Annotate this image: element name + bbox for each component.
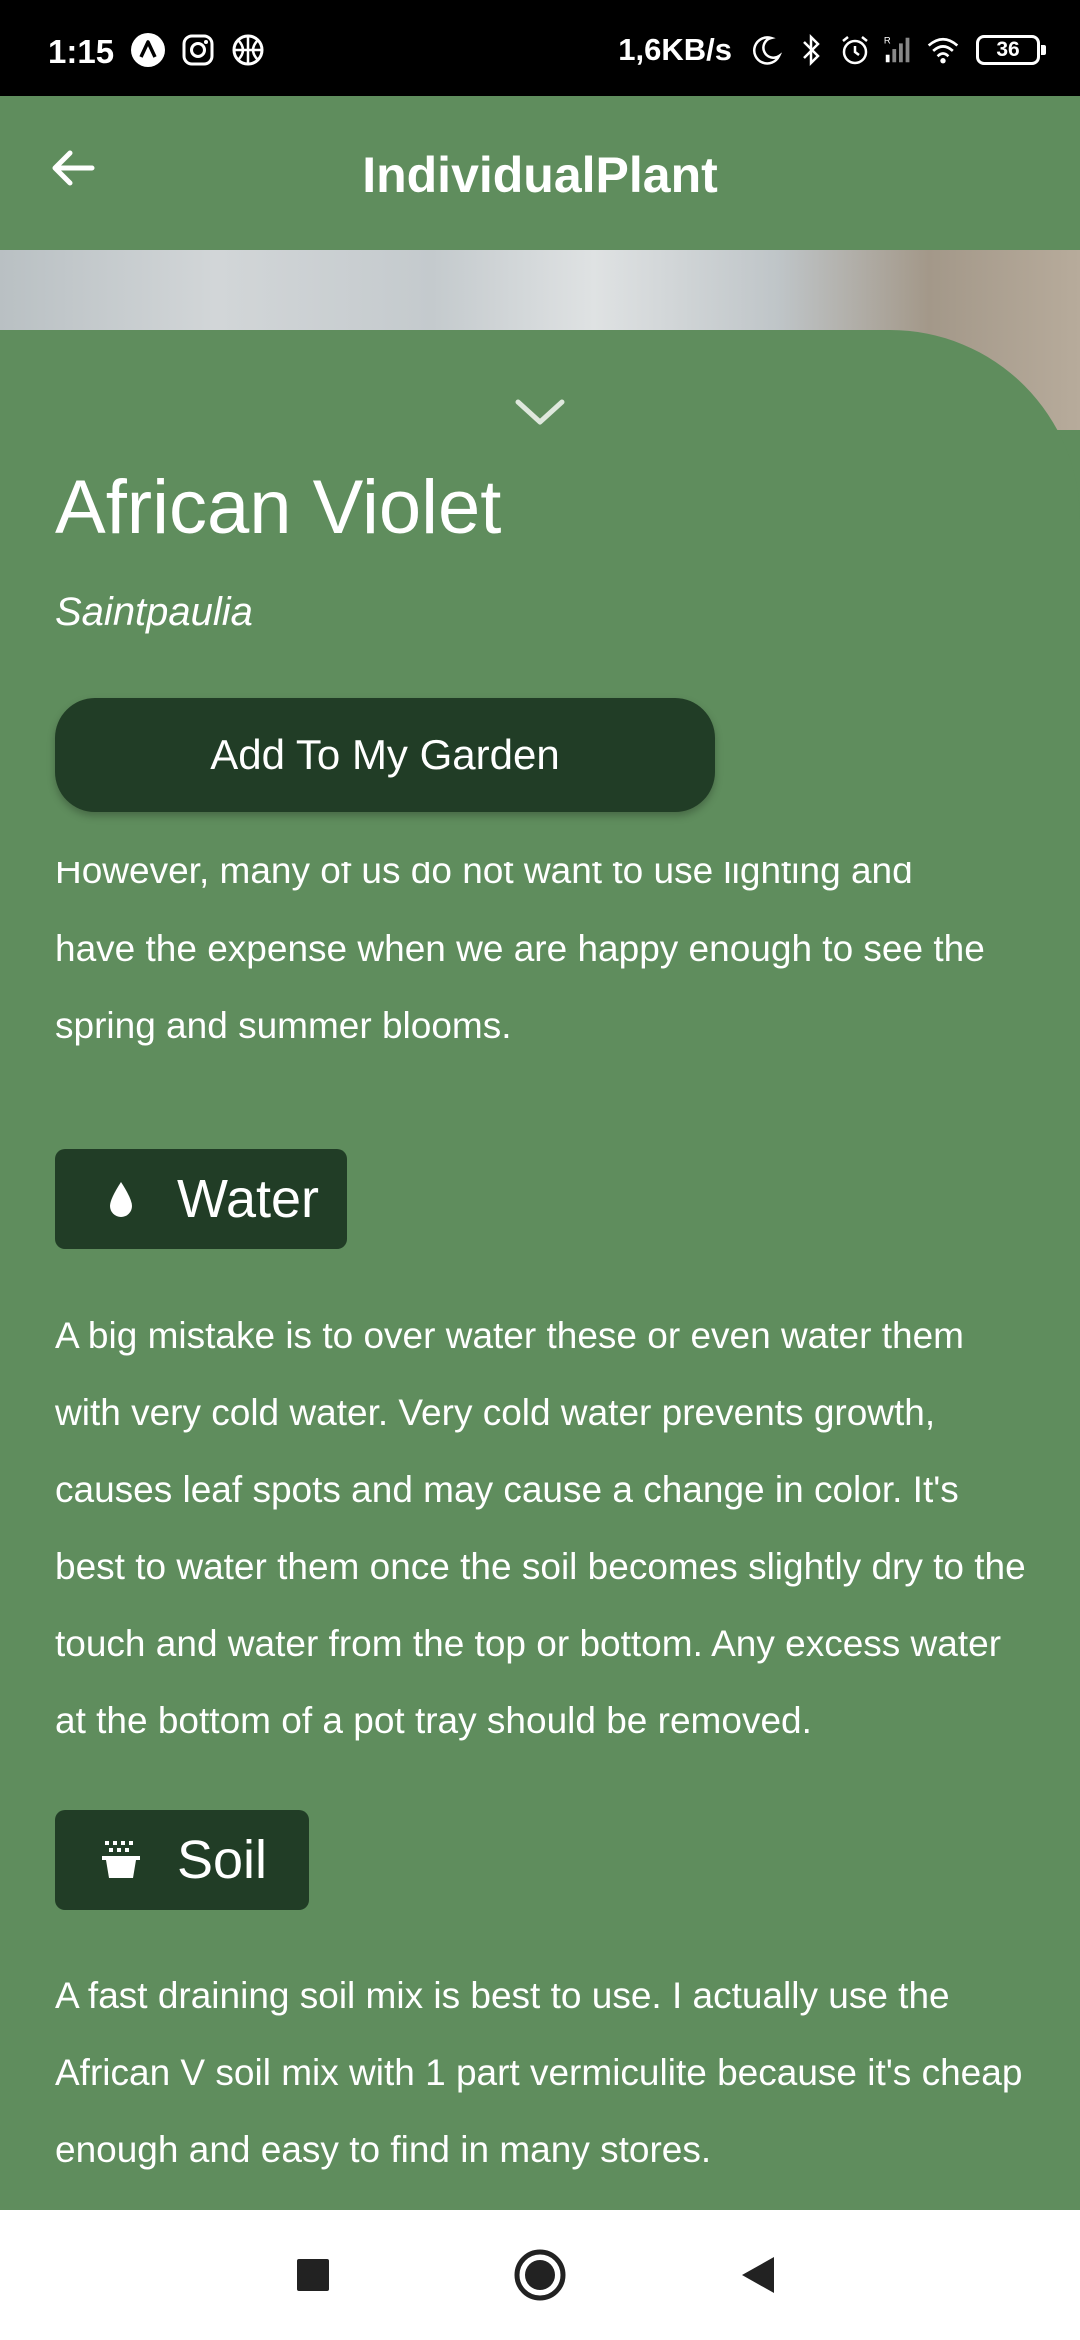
soil-pot-icon <box>97 1836 145 1884</box>
status-bar: 1:15 1,6KB/s R 36 <box>0 0 1080 96</box>
plant-info-scroll[interactable]: However, many of us do not want to use l… <box>0 862 1080 2210</box>
system-nav-bar <box>0 2210 1080 2340</box>
water-drop-icon <box>97 1175 145 1223</box>
collapse-sheet-button[interactable] <box>510 392 570 432</box>
back-triangle-icon <box>742 2257 774 2293</box>
add-to-my-garden-button[interactable]: Add To My Garden <box>55 698 715 812</box>
soil-section-title: Soil <box>177 1830 268 1890</box>
network-speed: 1,6KB/s <box>618 32 732 67</box>
plant-name: African Violet <box>55 465 502 550</box>
recents-button[interactable] <box>283 2245 343 2305</box>
chevron-down-icon <box>515 399 565 425</box>
wifi-icon <box>926 32 960 68</box>
home-circle-icon <box>514 2249 566 2301</box>
arrow-left-icon <box>52 150 95 186</box>
page-title: IndividualPlant <box>362 147 718 203</box>
water-section-title: Water <box>177 1169 320 1229</box>
basketball-icon <box>230 32 266 68</box>
status-right: 1,6KB/s R 36 <box>618 30 1046 70</box>
svg-text:R: R <box>884 35 891 46</box>
app-bar: IndividualPlant <box>0 96 1080 250</box>
alarm-icon <box>838 32 872 68</box>
soil-section-header: Soil <box>55 1810 309 1910</box>
back-nav-button[interactable] <box>728 2245 788 2305</box>
back-button[interactable] <box>40 136 104 200</box>
water-section-text: A big mistake is to over water these or … <box>55 1315 1026 1741</box>
bluetooth-icon <box>794 32 828 68</box>
recents-square-icon <box>297 2259 329 2291</box>
instagram-icon <box>180 32 216 68</box>
water-section-header: Water <box>55 1149 347 1249</box>
moon-icon <box>750 32 784 68</box>
status-time: 1:15 <box>48 33 115 70</box>
scientific-name: Saintpaulia <box>55 590 253 634</box>
a-logo-icon <box>130 32 166 68</box>
home-button[interactable] <box>510 2245 570 2305</box>
signal-icon: R <box>882 32 916 68</box>
light-text: have the expense when we are happy enoug… <box>55 928 985 1046</box>
soil-section-text: A fast draining soil mix is best to use.… <box>55 1975 1023 2170</box>
battery-indicator: 36 <box>976 35 1046 65</box>
light-text-clipped-line: However, many of us do not want to use l… <box>55 862 913 891</box>
status-left-icons <box>130 30 266 70</box>
